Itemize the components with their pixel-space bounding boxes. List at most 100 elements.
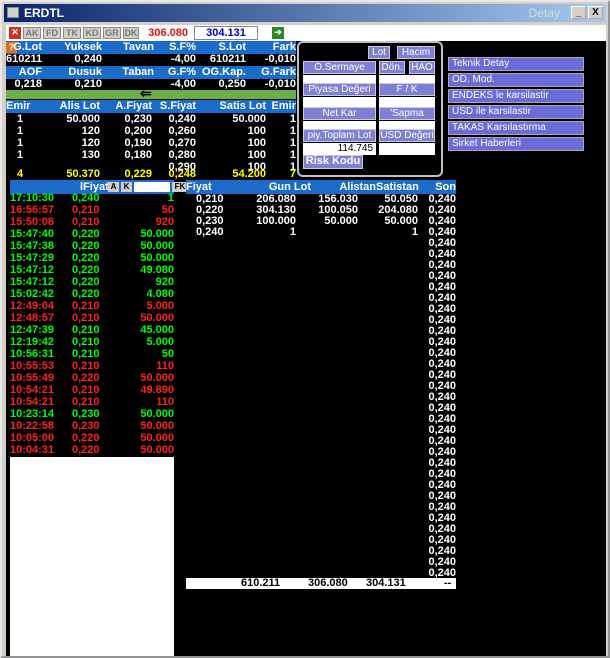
depth-header-cell: Emir bbox=[271, 100, 296, 112]
gr-button[interactable]: GR bbox=[103, 27, 121, 39]
depth-cell: 0,190 bbox=[124, 137, 152, 149]
price-red: 306.080 bbox=[148, 27, 188, 39]
summary-row1-header: S.F% bbox=[169, 41, 196, 53]
minimize-button[interactable]: _ bbox=[571, 6, 586, 19]
osermaye-button[interactable]: O.Sermaye bbox=[303, 61, 376, 74]
sapma-button[interactable]: 'Sapma bbox=[379, 107, 435, 120]
trade-lot: 1 bbox=[167, 192, 174, 204]
trade-price: 0,210 bbox=[72, 384, 100, 396]
trade-lot: 920 bbox=[155, 216, 174, 228]
depth-total-cell: 0,229 bbox=[124, 168, 152, 180]
depth-cell: 0,280 bbox=[168, 149, 196, 161]
depth-header-cell: S.Fiyat bbox=[159, 100, 196, 112]
trade-price: 0,230 bbox=[72, 420, 100, 432]
trade-time: 10:56:31 bbox=[10, 348, 55, 360]
trade-price: 0,220 bbox=[72, 240, 100, 252]
trade-time: 10:54:21 bbox=[10, 384, 55, 396]
trade-price: 0,240 bbox=[72, 192, 100, 204]
link-2[interactable]: ENDEKS le karsilastir bbox=[448, 89, 584, 103]
trades-filter-k[interactable]: K bbox=[121, 182, 132, 192]
trade-lot: 110 bbox=[156, 396, 174, 408]
trade-time: 12:48:57 bbox=[10, 312, 55, 324]
summary-row1-header: S.Lot bbox=[218, 41, 247, 53]
depth-cell: 100 bbox=[247, 149, 266, 161]
hao-button[interactable]: HAO bbox=[409, 61, 435, 74]
summary-row2-header: G.Fark bbox=[261, 66, 296, 78]
toolbar: ✕ AK FD TK KD GR DK 306.080 304.131 ➔ bbox=[6, 25, 606, 41]
depth-cell: 100 bbox=[247, 125, 266, 137]
pricevol-footer: 610.211 306.080 304.131 -- bbox=[186, 577, 456, 589]
piyasa-button[interactable]: Piyasa Değeri bbox=[303, 83, 376, 96]
usd-button[interactable]: USD Değeri bbox=[379, 129, 435, 142]
summary-row2-value: 0,250 bbox=[218, 78, 246, 90]
pricevol-cell: 1 bbox=[289, 226, 296, 238]
risk-button[interactable]: Risk Kodu bbox=[303, 155, 363, 169]
window-title: ERDTL bbox=[24, 6, 64, 20]
usd-field bbox=[379, 143, 435, 155]
close-button[interactable]: X bbox=[588, 6, 603, 19]
trade-price: 0,220 bbox=[72, 444, 100, 456]
depth-cell: 1 bbox=[289, 125, 296, 137]
ak-button[interactable]: AK bbox=[23, 27, 41, 39]
lot-button[interactable]: Lot bbox=[368, 46, 390, 59]
summary-row1-header: Tavan bbox=[123, 41, 154, 53]
kd-button[interactable]: KD bbox=[83, 27, 101, 39]
trade-time: 15:47:38 bbox=[10, 240, 55, 252]
netkar-button[interactable]: Net Kar bbox=[303, 107, 376, 120]
trade-lot: 920 bbox=[155, 276, 174, 288]
link-4[interactable]: TAKAS Karsılastırma bbox=[448, 121, 584, 135]
info-panel: Lot Hacim O.Sermaye Dön. HAO Piyasa Değe… bbox=[297, 41, 443, 177]
summary-row2-header: AOF bbox=[18, 66, 42, 78]
trades-empty-area bbox=[10, 457, 174, 656]
trade-price: 0,220 bbox=[72, 288, 100, 300]
trade-price: 0,210 bbox=[72, 336, 100, 348]
trade-lot: 50.000 bbox=[140, 252, 174, 264]
dk-button[interactable]: DK bbox=[123, 27, 139, 39]
piytoplam-button[interactable]: piy.Toplam Lot bbox=[303, 129, 376, 142]
trade-price: 0,220 bbox=[72, 252, 100, 264]
hacim-button[interactable]: Hacim bbox=[397, 46, 435, 59]
footer-satistan: 304.131 bbox=[366, 577, 406, 589]
close-small-icon[interactable]: ✕ bbox=[9, 27, 21, 39]
depth-cell: 1 bbox=[16, 149, 24, 161]
trade-price: 0,220 bbox=[72, 372, 100, 384]
summary-row2-value: -0,010 bbox=[264, 78, 296, 90]
trades-filter-input[interactable] bbox=[134, 182, 170, 192]
trade-time: 12:49:04 bbox=[10, 300, 55, 312]
title-bar[interactable]: ERDTL Detay _ X bbox=[4, 4, 606, 22]
go-icon[interactable]: ➔ bbox=[272, 27, 284, 39]
don-button[interactable]: Dön. bbox=[379, 61, 405, 74]
depth-cell: 130 bbox=[81, 149, 100, 161]
link-3[interactable]: USD ile karsilastir bbox=[448, 105, 584, 119]
tk-button[interactable]: TK bbox=[63, 27, 81, 39]
depth-cell: 0,260 bbox=[168, 125, 196, 137]
summary-row2-value: 0,218 bbox=[14, 78, 42, 90]
fd-button[interactable]: FD bbox=[43, 27, 61, 39]
trade-price: 0,220 bbox=[72, 432, 100, 444]
summary-row1-value: -0,010 bbox=[264, 53, 296, 65]
trade-lot: 50.000 bbox=[140, 420, 174, 432]
depth-cell: 1 bbox=[16, 113, 24, 125]
trade-lot: 50.000 bbox=[140, 408, 174, 420]
link-0[interactable]: Teknik Detay bbox=[448, 57, 584, 71]
link-1[interactable]: OD. Mod. bbox=[448, 73, 584, 87]
trade-time: 15:02:42 bbox=[10, 288, 55, 300]
trades-filter-a[interactable]: A bbox=[108, 182, 119, 192]
fk-button[interactable]: F / K bbox=[379, 83, 435, 96]
summary-row2-value: -4,00 bbox=[170, 78, 196, 90]
depth-cell: 120 bbox=[81, 137, 100, 149]
trade-price: 0,210 bbox=[72, 360, 100, 372]
depth-cell: 120 bbox=[81, 125, 100, 137]
depth-total-cell: 54.200 bbox=[232, 168, 266, 180]
app-icon bbox=[7, 7, 19, 18]
summary-row2-header: Dusuk bbox=[68, 66, 102, 78]
summary-row1-header: G.Lot bbox=[13, 41, 42, 53]
trade-price: 0,210 bbox=[72, 324, 100, 336]
link-5[interactable]: Sirket Haberleri bbox=[448, 137, 584, 151]
footer-son: -- bbox=[444, 577, 452, 589]
footer-gunlot: 610.211 bbox=[241, 577, 281, 589]
trade-time: 10:05:00 bbox=[10, 432, 55, 444]
depth-total-cell: 7 bbox=[289, 168, 296, 180]
trade-price: 0,210 bbox=[72, 348, 100, 360]
trade-time: 17:10:30 bbox=[10, 192, 55, 204]
